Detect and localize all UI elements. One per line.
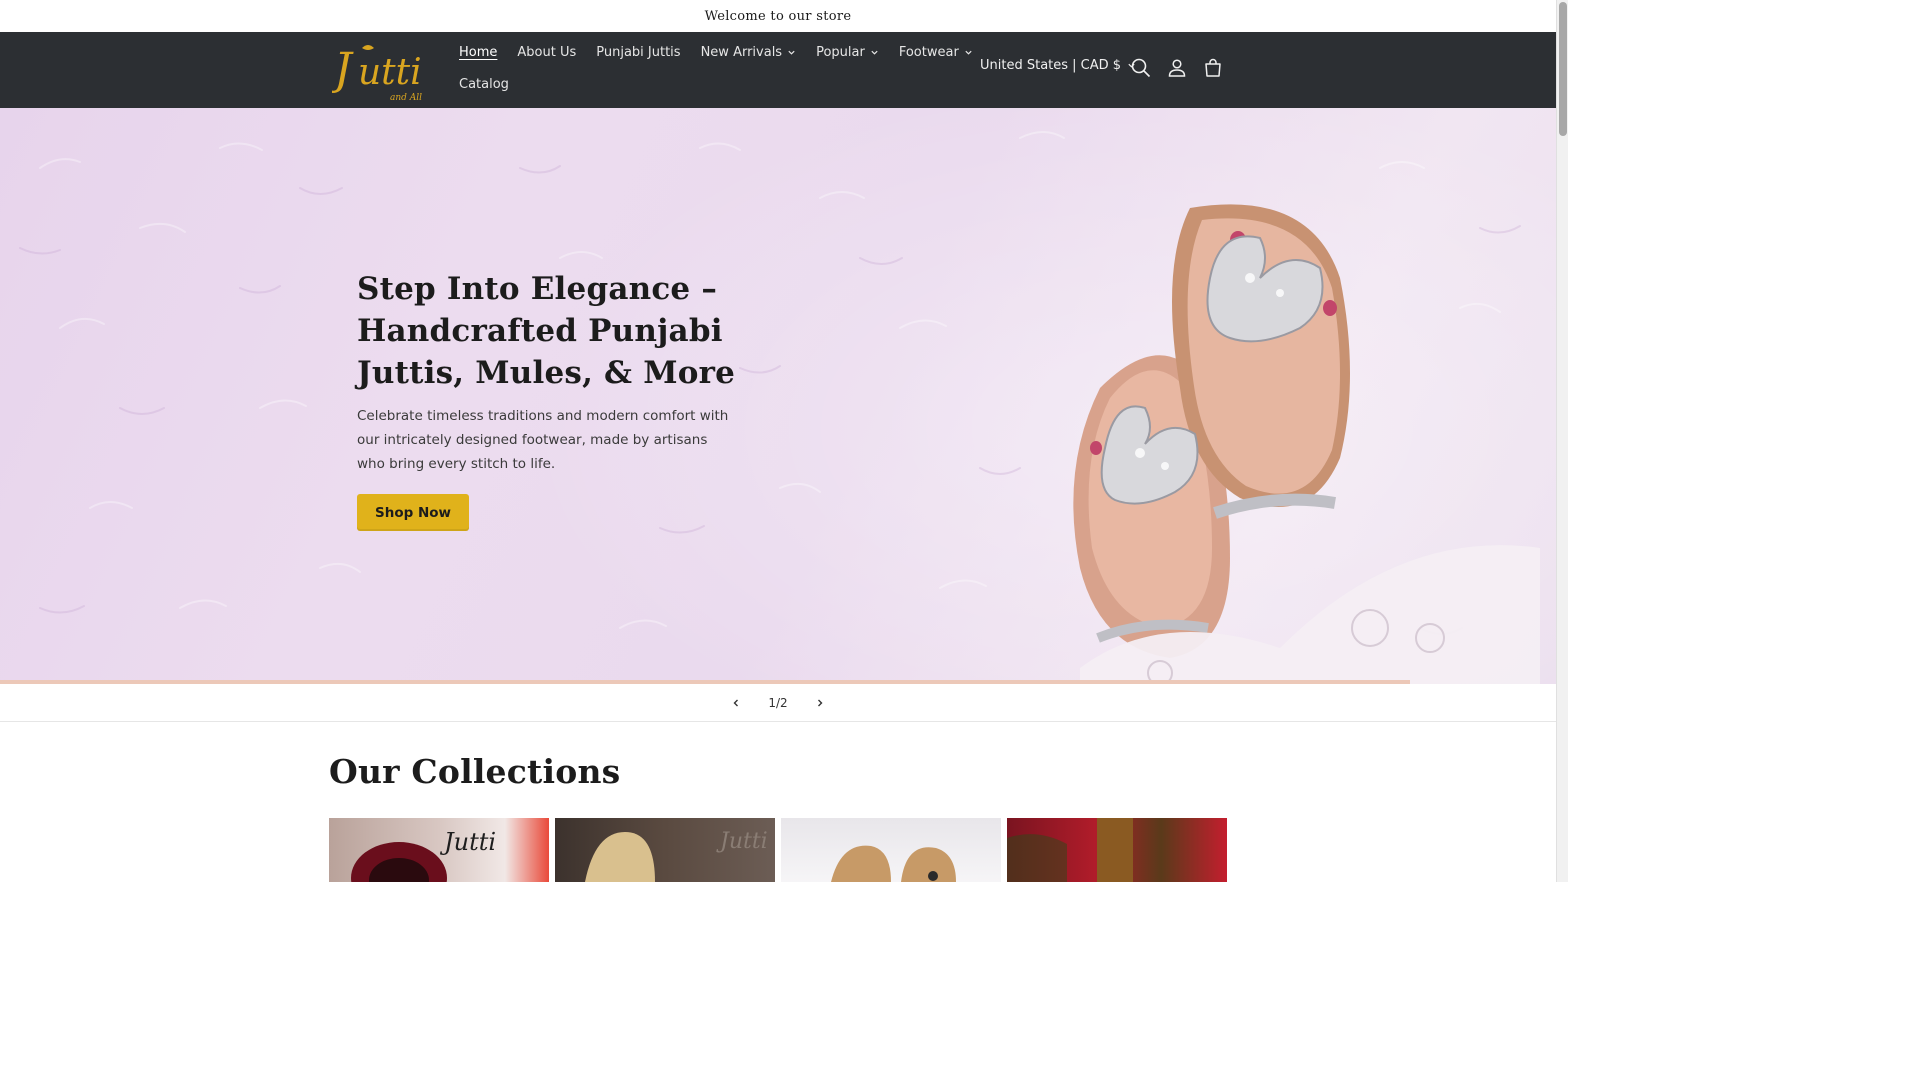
page-scrollbar[interactable] <box>1556 0 1568 882</box>
svg-text:Jutti: Jutti <box>716 829 768 854</box>
collection-card-4[interactable] <box>1007 818 1227 882</box>
collections-heading: Our Collections <box>329 752 621 791</box>
collection-image-2: Jutti <box>585 829 768 882</box>
account-icon[interactable] <box>1165 56 1189 80</box>
chevron-down-icon <box>788 50 795 55</box>
nav-popular[interactable]: Popular <box>806 45 889 60</box>
collection-card-3[interactable] <box>781 818 1001 882</box>
search-icon[interactable] <box>1129 56 1153 80</box>
collection-image-1: Jutti <box>351 828 496 882</box>
nav-popular-label: Popular <box>816 44 865 60</box>
nav-home[interactable]: Home <box>449 45 507 60</box>
collection-image-3 <box>831 845 956 882</box>
site-header: J utti and All Home About Us Punjabi Jut… <box>0 32 1556 108</box>
previous-slide-button[interactable] <box>728 695 744 711</box>
shop-now-button[interactable]: Shop Now <box>357 494 469 531</box>
hero-content: Step Into Elegance – Handcrafted Punjabi… <box>357 268 777 531</box>
nav-catalog-label: Catalog <box>459 76 509 92</box>
chevron-right-icon <box>817 699 823 706</box>
nav-punjabi-juttis-label: Punjabi Juttis <box>596 44 681 60</box>
svg-text:J: J <box>332 44 354 95</box>
nav-about-us[interactable]: About Us <box>507 45 586 60</box>
next-slide-button[interactable] <box>812 695 828 711</box>
cart-icon[interactable] <box>1201 56 1225 80</box>
collection-card-2[interactable]: Jutti <box>555 818 775 882</box>
svg-text:utti: utti <box>358 52 422 93</box>
announcement-text: Welcome to our store <box>704 8 852 24</box>
nav-footwear[interactable]: Footwear <box>889 45 983 60</box>
nav-catalog[interactable]: Catalog <box>449 77 519 92</box>
slideshow-controls: 1/2 <box>0 684 1556 722</box>
collection-image-4 <box>1007 818 1133 882</box>
nav-home-label: Home <box>459 44 498 60</box>
nav-footwear-label: Footwear <box>898 44 959 60</box>
sandals-photo <box>1073 204 1540 684</box>
hero-subtitle: Celebrate timeless traditions and modern… <box>357 408 729 472</box>
scrollbar-thumb[interactable] <box>1559 2 1567 136</box>
main-nav: Home About Us Punjabi Juttis New Arrival… <box>449 32 972 98</box>
nav-new-arrivals[interactable]: New Arrivals <box>691 45 807 60</box>
chevron-down-icon <box>965 50 972 55</box>
nav-punjabi-juttis[interactable]: Punjabi Juttis <box>586 45 690 60</box>
country-currency-selector[interactable]: United States | CAD $ <box>980 58 1136 73</box>
hero-title: Step Into Elegance – Handcrafted Punjabi… <box>357 271 736 391</box>
svg-text:and All: and All <box>390 93 422 102</box>
store-logo[interactable]: J utti and All <box>326 40 424 103</box>
chevron-left-icon <box>733 699 739 706</box>
collection-card-1[interactable]: Jutti <box>329 818 549 882</box>
hero-banner: Step Into Elegance – Handcrafted Punjabi… <box>0 108 1556 684</box>
announcement-bar: Welcome to our store <box>0 0 1556 32</box>
nav-about-us-label: About Us <box>517 44 577 60</box>
shop-now-label: Shop Now <box>374 504 452 521</box>
locale-label: United States | CAD $ <box>980 58 1122 73</box>
svg-text:Jutti: Jutti <box>439 828 496 856</box>
nav-new-arrivals-label: New Arrivals <box>700 44 783 60</box>
chevron-down-icon <box>871 50 878 55</box>
slide-counter: 1/2 <box>768 695 788 710</box>
